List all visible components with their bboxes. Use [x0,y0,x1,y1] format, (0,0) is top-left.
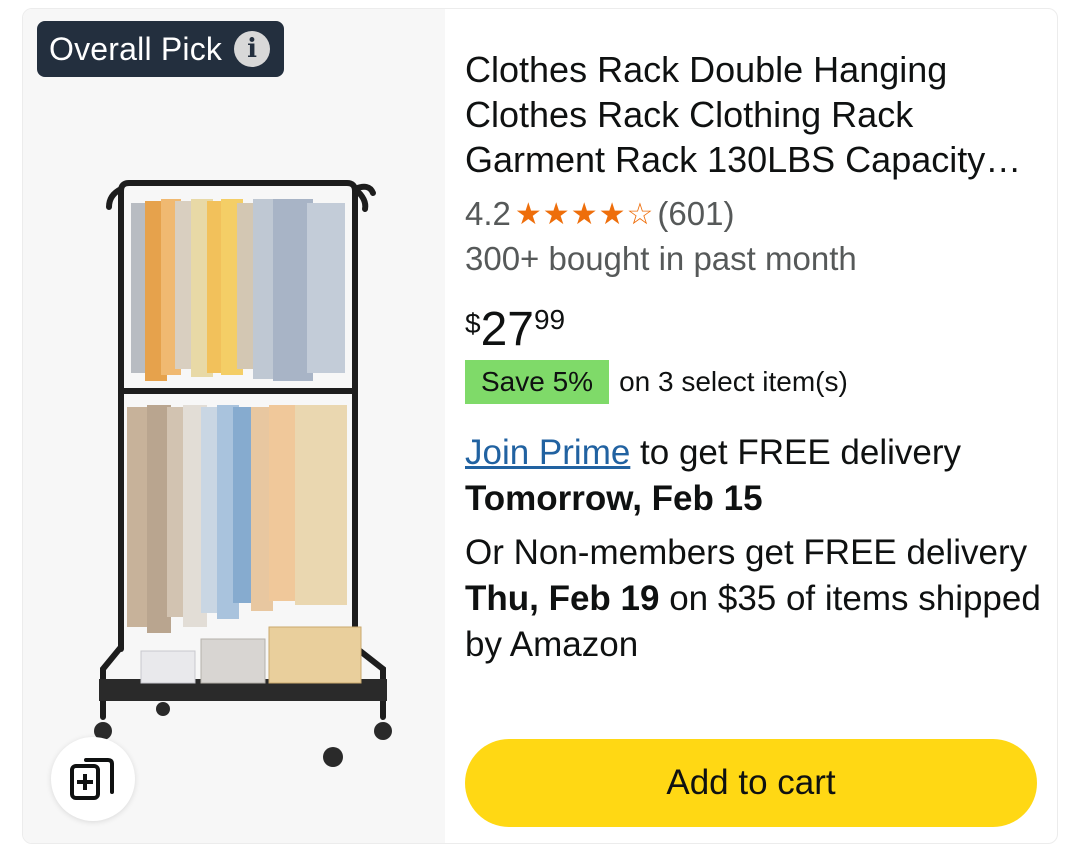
product-image[interactable] [83,169,403,779]
bought-count: 300+ bought in past month [465,240,857,277]
save-badge: Save 5% [465,360,610,404]
product-title[interactable]: Clothes Rack Double Hanging Clothes Rack… [465,47,1045,182]
star-full-icon: ★ [570,197,598,231]
rating-row[interactable]: 4.2 ★ ★ ★ ★ ☆ (601) [465,192,1045,236]
product-image-pane[interactable]: Overall Pick i [23,9,445,843]
add-to-cart-button[interactable]: Add to cart [465,739,1037,827]
prime-delivery-text: to get FREE delivery [630,433,962,472]
rating-count: (601) [657,195,735,232]
price: $ 27 99 [465,302,1045,358]
rating-value: 4.2 [465,195,511,232]
nonmember-date: Thu, Feb 19 [465,579,660,618]
star-full-icon: ★ [598,197,626,231]
prime-delivery: Join Prime to get FREE delivery Tomorrow… [465,430,1045,522]
nonmember-delivery: Or Non-members get FREE delivery Thu, Fe… [465,530,1045,668]
info-icon[interactable]: i [234,31,271,67]
price-fraction: 99 [533,304,566,335]
price-symbol: $ [465,308,481,339]
product-card[interactable]: Overall Pick i Clothes Rack Double Hangi… [22,8,1058,844]
prime-delivery-date: Tomorrow, Feb 15 [465,479,763,518]
join-prime-link[interactable]: Join Prime [465,433,630,472]
star-full-icon: ★ [514,197,542,231]
overall-pick-label: Overall Pick [49,30,223,67]
compare-button[interactable] [51,737,135,821]
price-whole: 27 [480,303,534,356]
compare-add-icon [70,758,114,800]
product-details: Clothes Rack Double Hanging Clothes Rack… [465,47,1045,668]
promo-text: on 3 select item(s) [619,366,848,397]
star-full-icon: ★ [542,197,570,231]
nonmember-prefix: Or Non-members get FREE delivery [465,533,1028,572]
promo-row[interactable]: Save 5% on 3 select item(s) [465,360,1045,404]
rating-stars: ★ ★ ★ ★ ☆ [515,197,654,232]
overall-pick-badge: Overall Pick i [37,21,285,77]
star-empty-icon: ☆ [626,197,654,231]
